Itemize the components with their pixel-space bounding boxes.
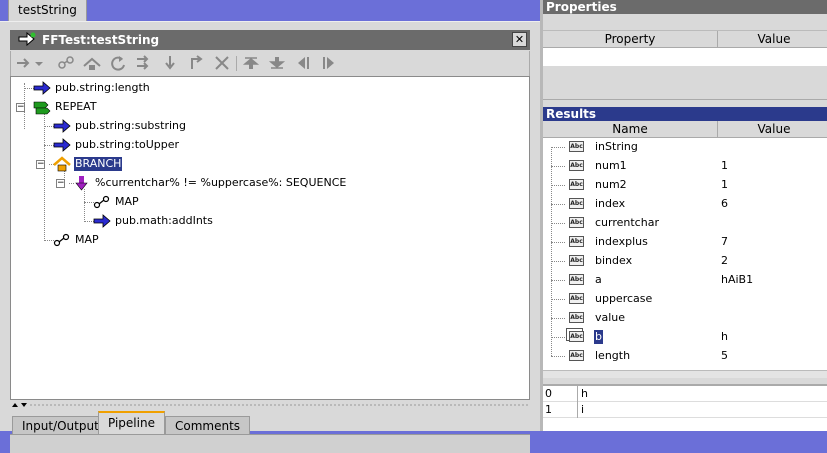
tab-input-output[interactable]: Input/Output [12,416,109,435]
string-type-icon: Abc [569,312,584,323]
array-row[interactable]: 1i [543,402,827,418]
step-into-icon[interactable] [15,54,35,72]
string-type-icon: Abc [569,350,584,361]
results-row-num1[interactable]: Abc num1 1 [543,157,827,176]
tab-comments[interactable]: Comments [165,416,251,435]
flow-editor-area: testString FFTest:testString ✕ − − − pub… [0,0,540,453]
shift-right-icon[interactable] [319,54,339,72]
results-row-a[interactable]: Abc a hAiB1 [543,271,827,290]
service-title-bar: FFTest:testString ✕ [10,30,530,50]
properties-title: Properties [543,0,827,14]
editor-panel: FFTest:testString ✕ − − − pub.string:len… [0,21,540,453]
results-row-num2[interactable]: Abc num2 1 [543,176,827,195]
results-row-instring[interactable]: Abc inString [543,138,827,157]
branch-icon [53,156,71,172]
collapse-sequence-toggle[interactable]: − [56,179,65,188]
results-scrollbar[interactable] [543,370,827,378]
loop-icon[interactable] [108,54,128,72]
properties-header: Property Value [543,30,827,48]
move-up-icon[interactable] [241,54,261,72]
tab-pipeline[interactable]: Pipeline [98,411,165,435]
right-panels: Properties Property Value Results Name V… [540,0,827,431]
flow-step-tree: − − − pub.string:length REPEAT pub.strin… [10,76,530,400]
map-icon [93,195,110,209]
name-column-header[interactable]: Name [543,121,718,138]
panel-splitter[interactable] [10,402,530,409]
string-list-type-icon: Abc [569,331,584,342]
close-icon[interactable]: ✕ [512,32,527,47]
tab-teststring[interactable]: testString [8,0,87,21]
pipeline-panel [10,434,530,453]
string-type-icon: Abc [569,160,584,171]
results-row-indexplus[interactable]: Abc indexplus 7 [543,233,827,252]
sequence-icon [75,176,88,191]
results-row-index[interactable]: Abc index 6 [543,195,827,214]
results-row-bindex[interactable]: Abc bindex 2 [543,252,827,271]
string-type-icon: Abc [569,179,584,190]
value-column-header[interactable]: Value [718,31,827,48]
invoke-arrow-icon [93,214,111,228]
string-type-icon: Abc [569,236,584,247]
array-value-panel: 0h 1i [543,384,827,431]
bottom-tab-bar: Input/Output Pipeline Comments [10,411,530,435]
array-row[interactable]: 0h [543,386,827,402]
results-header: Name Value [543,121,827,138]
move-down-icon[interactable] [267,54,287,72]
string-type-icon: Abc [569,198,584,209]
repeat-icon [33,101,51,115]
value-column-header[interactable]: Value [718,121,827,138]
shift-left-icon[interactable] [293,54,313,72]
results-row-length[interactable]: Abc length 5 [543,347,827,366]
flow-service-icon [18,32,36,47]
tree-connector [84,189,85,222]
invoke-arrow-icon [53,119,71,133]
results-tree-connector [551,147,552,356]
properties-footer [543,66,827,100]
branch-icon[interactable] [82,54,102,72]
toolbar-separator [236,56,237,71]
string-type-icon: Abc [569,217,584,228]
invoke-arrow-icon [33,81,51,95]
flow-toolbar [10,51,530,76]
properties-table [543,48,827,66]
string-type-icon: Abc [569,141,584,152]
map-icon [53,233,70,247]
collapse-branch-toggle[interactable]: − [36,160,45,169]
results-row-b[interactable]: Abc b h [543,328,827,347]
dropdown-arrow-icon[interactable] [33,54,45,72]
map-icon[interactable] [56,54,76,72]
repeat-icon[interactable] [134,54,154,72]
service-title: FFTest:testString [42,33,160,47]
results-row-currentchar[interactable]: Abc currentchar [543,214,827,233]
disable-icon[interactable] [212,54,232,72]
string-type-icon: Abc [569,274,584,285]
collapse-repeat-toggle[interactable]: − [16,103,25,112]
string-type-icon: Abc [569,255,584,266]
results-row-value[interactable]: Abc value [543,309,827,328]
results-table: Abc inString Abc num1 1 Abc num2 1 Abc index 6 … [543,138,827,370]
sequence-icon[interactable] [160,54,180,72]
invoke-arrow-icon [53,138,71,152]
exit-icon[interactable] [186,54,206,72]
tree-connector [44,113,45,241]
results-title: Results [543,107,827,121]
property-column-header[interactable]: Property [543,31,718,48]
string-type-icon: Abc [569,293,584,304]
results-row-uppercase[interactable]: Abc uppercase [543,290,827,309]
